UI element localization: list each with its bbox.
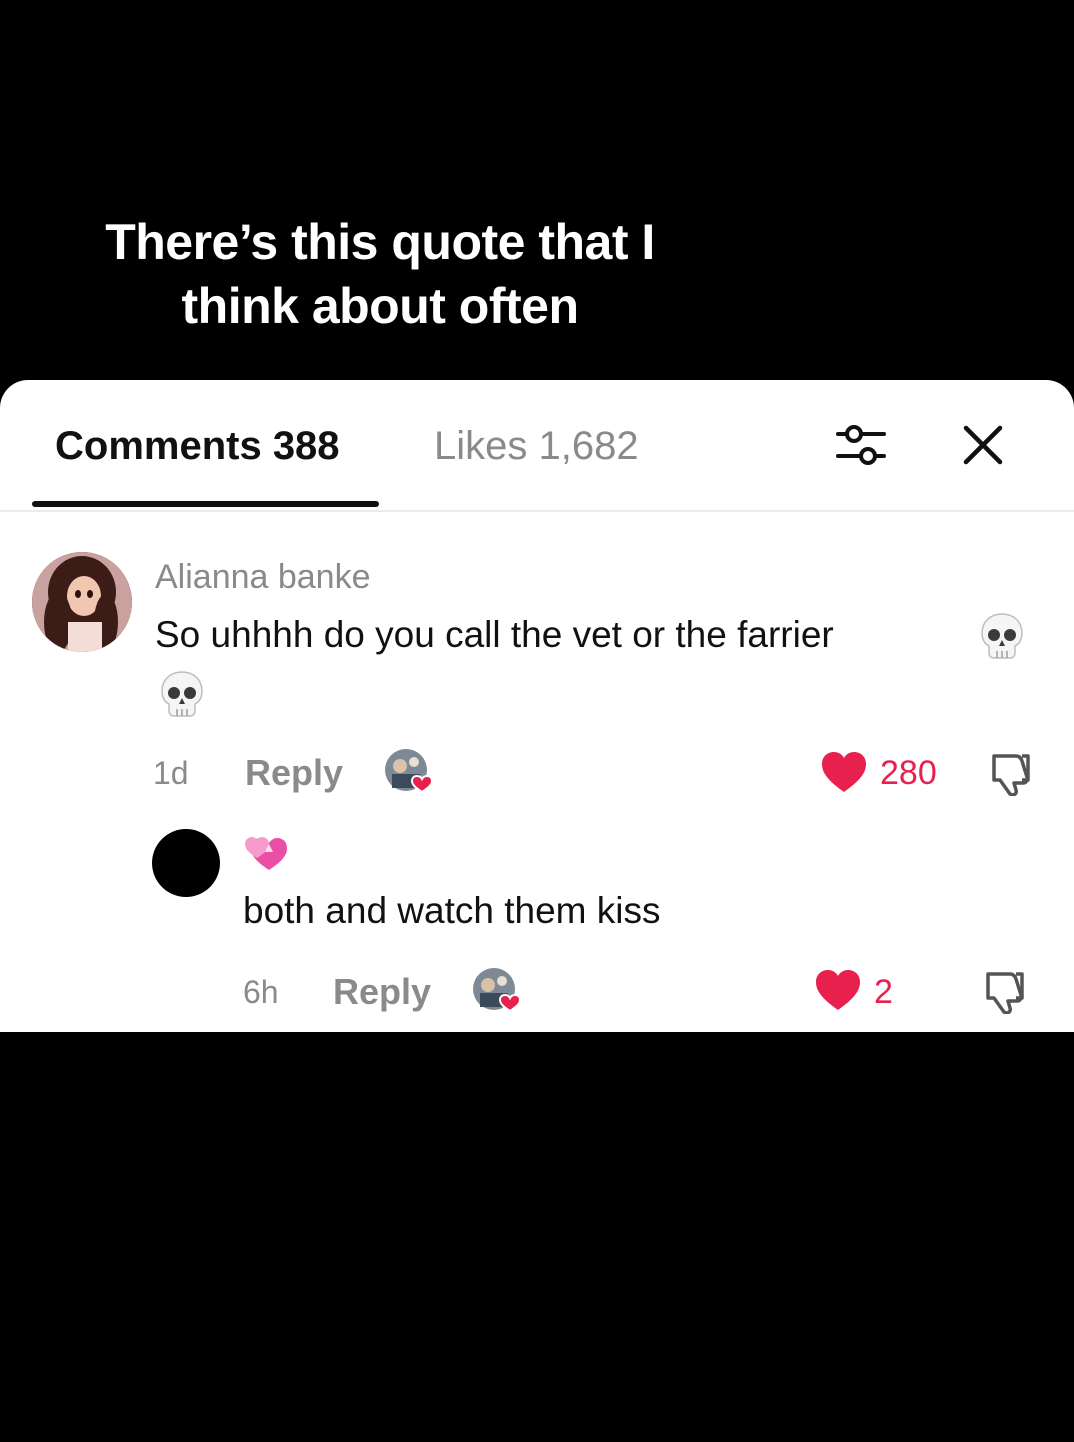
tab-comments[interactable]: Comments 388 (55, 424, 340, 469)
reply-age: 6h (243, 974, 279, 1010)
heart-icon[interactable] (814, 968, 862, 1017)
comment-age: 1d (153, 755, 189, 791)
thumbs-down-icon[interactable] (980, 968, 1028, 1019)
like-count: 2 (874, 973, 893, 1011)
caption-line-2: think about often (181, 278, 580, 334)
comment-text: So uhhhh do you call the vet or the farr… (155, 614, 834, 656)
reply-button[interactable]: Reply (333, 971, 431, 1013)
thumbs-down-icon[interactable] (986, 750, 1034, 801)
caption-line-1: There’s this quote that I (105, 214, 655, 270)
reply-text: both and watch them kiss (243, 890, 661, 931)
skull-emoji (978, 611, 1026, 668)
close-icon[interactable] (958, 420, 1008, 470)
tab-likes[interactable]: Likes 1,682 (434, 424, 639, 469)
active-tab-indicator (32, 501, 379, 507)
comment-username[interactable]: Alianna banke (155, 558, 371, 597)
like-count: 280 (880, 754, 937, 792)
tab-bar: Comments 388 Likes 1,682 (0, 380, 1074, 512)
creator-liked-avatar (384, 748, 434, 796)
video-caption: There’s this quote that I think about of… (60, 210, 700, 338)
comments-sheet: Comments 388 Likes 1,682 Alianna banke S… (0, 380, 1074, 1032)
filter-sliders-icon[interactable] (832, 418, 890, 474)
two-hearts-emoji (243, 832, 289, 874)
creator-liked-avatar (472, 967, 522, 1015)
skull-emoji (158, 669, 206, 726)
reply-button[interactable]: Reply (245, 752, 343, 794)
heart-icon[interactable] (820, 750, 868, 799)
avatar[interactable] (32, 552, 132, 652)
avatar[interactable] (152, 829, 220, 897)
comment-text-content: So uhhhh do you call the vet or the farr… (155, 614, 834, 655)
